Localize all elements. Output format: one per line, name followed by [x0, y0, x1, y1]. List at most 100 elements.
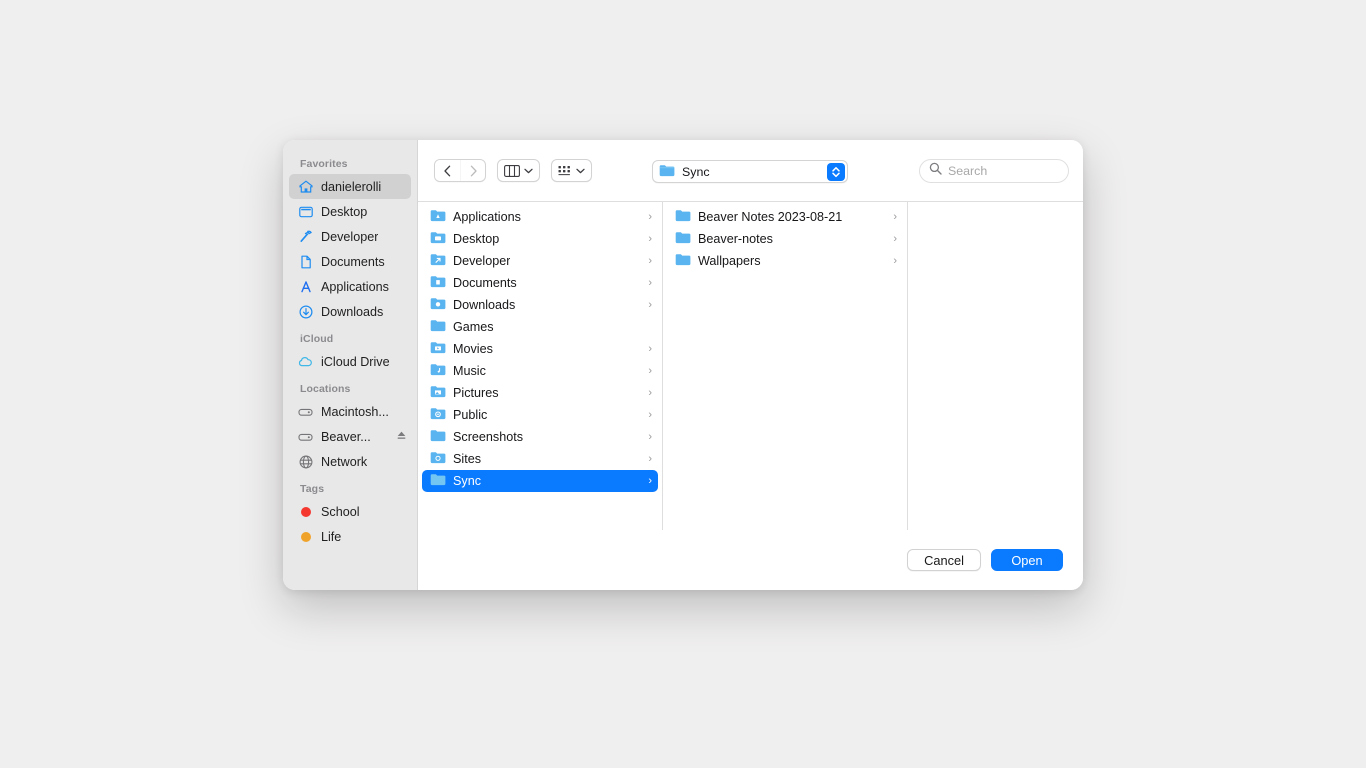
path-popup-button[interactable]: Sync [652, 160, 848, 183]
folder-icon [659, 164, 675, 180]
desktop-icon [297, 203, 314, 220]
hammer-icon [297, 228, 314, 245]
chevron-right-icon: › [648, 408, 652, 421]
folder-icon [430, 275, 446, 291]
document-icon [297, 253, 314, 270]
list-item-label: Sites [453, 452, 481, 466]
sidebar-item-macintosh-hd[interactable]: Macintosh... [289, 399, 411, 424]
list-item[interactable]: Movies › [422, 338, 658, 360]
list-item[interactable]: Music › [422, 360, 658, 382]
group-by-button[interactable] [551, 159, 592, 182]
view-mode-button[interactable] [497, 159, 540, 182]
nav-buttons [434, 159, 486, 182]
chevron-right-icon: › [648, 452, 652, 465]
list-item-label: Music [453, 364, 486, 378]
list-item-label: Public [453, 408, 488, 422]
list-item[interactable]: Sync › [422, 470, 658, 492]
sidebar-group-favorites: Favorites danielerolli Desktop Developer [283, 158, 417, 324]
folder-icon [430, 319, 446, 335]
dialog-footer: Cancel Open [418, 530, 1083, 590]
chevron-right-icon: › [648, 430, 652, 443]
list-item[interactable]: Desktop › [422, 228, 658, 250]
list-item-label: Games [453, 320, 494, 334]
search-icon [929, 162, 942, 180]
path-popup-label: Sync [682, 164, 710, 179]
folder-icon [430, 407, 446, 423]
sidebar-item-label: School [321, 504, 360, 519]
sidebar-item-tag-life[interactable]: Life [289, 524, 411, 549]
folder-icon [430, 253, 446, 269]
forward-button[interactable] [460, 160, 485, 181]
sidebar: Favorites danielerolli Desktop Developer [283, 140, 418, 590]
sidebar-item-documents[interactable]: Documents [289, 249, 411, 274]
sidebar-item-network[interactable]: Network [289, 449, 411, 474]
chevron-right-icon: › [648, 364, 652, 377]
list-item[interactable]: Public › [422, 404, 658, 426]
sidebar-item-label: danielerolli [321, 179, 382, 194]
list-item[interactable]: Applications › [422, 206, 658, 228]
list-item-label: Sync [453, 474, 481, 488]
list-item-label: Desktop [453, 232, 500, 246]
folder-icon [430, 231, 446, 247]
sidebar-item-label: iCloud Drive [321, 354, 390, 369]
sidebar-item-tag-school[interactable]: School [289, 499, 411, 524]
sidebar-group-icloud: iCloud iCloud Drive [283, 333, 417, 374]
list-item[interactable]: Developer › [422, 250, 658, 272]
browser-column-2[interactable]: Beaver Notes 2023-08-21 › Beaver-notes ›… [663, 202, 908, 530]
list-item[interactable]: Screenshots › [422, 426, 658, 448]
open-button[interactable]: Open [991, 549, 1063, 571]
browser-column-1[interactable]: Applications › Desktop › Developer › Doc… [418, 202, 663, 530]
chevron-down-icon [524, 168, 533, 173]
folder-icon [430, 385, 446, 401]
search-field[interactable] [919, 159, 1069, 183]
list-item[interactable]: Beaver-notes › [667, 228, 903, 250]
disk-icon [297, 403, 314, 420]
list-item[interactable]: Documents › [422, 272, 658, 294]
list-item[interactable]: Pictures › [422, 382, 658, 404]
sidebar-item-label: Downloads [321, 304, 384, 319]
sidebar-item-downloads[interactable]: Downloads [289, 299, 411, 324]
sidebar-item-icloud-drive[interactable]: iCloud Drive [289, 349, 411, 374]
eject-icon[interactable] [396, 430, 407, 444]
sidebar-item-beaver-volume[interactable]: Beaver... [289, 424, 411, 449]
sidebar-item-developer[interactable]: Developer [289, 224, 411, 249]
list-item-label: Documents [453, 276, 517, 290]
list-item[interactable]: Sites › [422, 448, 658, 470]
stepper-chevrons-icon[interactable] [827, 162, 845, 181]
main-pane: Sync Applications › [418, 140, 1083, 590]
folder-icon [430, 363, 446, 379]
chevron-right-icon: › [893, 210, 897, 223]
cancel-button[interactable]: Cancel [907, 549, 981, 571]
list-item[interactable]: Wallpapers › [667, 250, 903, 272]
chevron-right-icon: › [648, 254, 652, 267]
chevron-down-icon [576, 168, 585, 173]
browser-column-3[interactable] [908, 202, 1083, 530]
tag-dot-icon [297, 503, 314, 520]
sidebar-item-label: Applications [321, 279, 389, 294]
chevron-right-icon: › [648, 298, 652, 311]
folder-icon [675, 209, 691, 225]
list-item-label: Developer [453, 254, 511, 268]
list-item[interactable]: Games [422, 316, 658, 338]
folder-icon [430, 473, 446, 489]
sidebar-header-tags: Tags [300, 483, 325, 495]
sidebar-item-applications[interactable]: Applications [289, 274, 411, 299]
sidebar-item-label: Network [321, 454, 368, 469]
sidebar-item-label: Beaver... [321, 429, 371, 444]
applications-icon [297, 278, 314, 295]
column-view-icon [504, 164, 520, 177]
back-button[interactable] [435, 160, 460, 181]
sidebar-group-locations: Locations Macintosh... Beaver... Network [283, 383, 417, 474]
globe-icon [297, 453, 314, 470]
sidebar-item-danielerolli[interactable]: danielerolli [289, 174, 411, 199]
list-item[interactable]: Downloads › [422, 294, 658, 316]
sidebar-item-desktop[interactable]: Desktop [289, 199, 411, 224]
list-item[interactable]: Beaver Notes 2023-08-21 › [667, 206, 903, 228]
download-icon [297, 303, 314, 320]
disk-icon [297, 428, 314, 445]
list-item-label: Beaver Notes 2023-08-21 [698, 210, 843, 224]
list-item-label: Movies [453, 342, 493, 356]
search-input[interactable] [948, 164, 1053, 178]
chevron-right-icon: › [893, 232, 897, 245]
sidebar-group-tags: Tags School Life [283, 483, 417, 549]
